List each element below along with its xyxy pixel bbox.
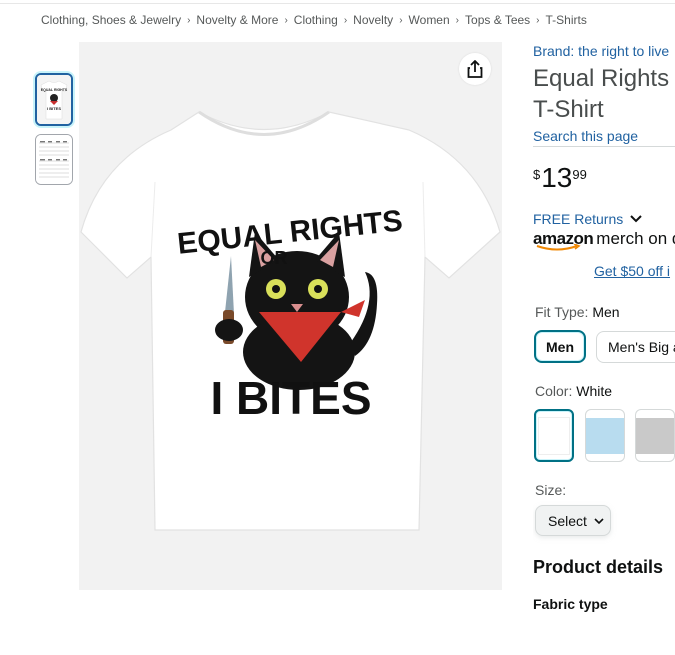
share-icon xyxy=(467,60,483,78)
main-product-image[interactable]: EQUAL RIGHTS OR I BITES xyxy=(79,42,502,590)
get-50-off-link[interactable]: Get $50 off i xyxy=(594,263,670,279)
search-this-page-link[interactable]: Search this page xyxy=(533,128,638,144)
product-title: Equal Rights T-Shirt xyxy=(533,63,669,125)
thumbnail-shirt-image: EQUAL RIGHTS I BITES xyxy=(37,75,71,124)
breadcrumb-clothing-shoes-jewelry[interactable]: Clothing, Shoes & Jewelry xyxy=(41,13,181,27)
swatch-fill xyxy=(636,417,674,454)
product-info-panel: Brand: the right to live Equal Rights T-… xyxy=(533,0,675,655)
breadcrumb-tops-tees[interactable]: Tops & Tees xyxy=(465,13,530,27)
product-title-line2: T-Shirt xyxy=(533,96,604,123)
share-button[interactable] xyxy=(459,53,491,85)
product-details-heading: Product details xyxy=(533,557,664,577)
price-whole: 13 xyxy=(541,162,573,193)
shirt-text-bottom: I BITES xyxy=(210,372,371,424)
fit-option-men[interactable]: Men xyxy=(534,330,586,363)
amazon-logo: amazon xyxy=(533,229,594,251)
t-shirt-image: EQUAL RIGHTS OR I BITES xyxy=(79,42,502,590)
swatch-fill xyxy=(586,417,624,454)
color-swatch-light-blue[interactable] xyxy=(585,409,625,462)
breadcrumb-separator: › xyxy=(187,14,191,26)
amazon-merch-badge: amazon merch on d xyxy=(533,229,675,251)
breadcrumb-separator: › xyxy=(284,14,288,26)
free-returns-label: FREE Returns xyxy=(533,211,624,227)
free-returns-link[interactable]: FREE Returns xyxy=(533,211,643,227)
product-title-line1: Equal Rights xyxy=(533,65,670,92)
breadcrumb-novelty[interactable]: Novelty xyxy=(353,13,393,27)
breadcrumb-novelty-more[interactable]: Novelty & More xyxy=(196,13,278,27)
size-label: Size: xyxy=(535,482,567,498)
fabric-type-label: Fabric type xyxy=(533,596,608,612)
merch-text: merch on d xyxy=(596,229,675,248)
size-select-dropdown[interactable]: Select xyxy=(535,505,611,536)
price: $ 13 99 xyxy=(533,162,587,194)
breadcrumb-separator: › xyxy=(399,14,403,26)
chevron-down-icon xyxy=(594,517,604,524)
breadcrumb-separator: › xyxy=(455,14,460,26)
breadcrumb-women[interactable]: Women xyxy=(409,13,450,27)
amazon-smile-icon xyxy=(536,244,581,251)
svg-text:I BITES: I BITES xyxy=(47,106,61,111)
color-swatch-gray[interactable] xyxy=(635,409,675,462)
color-value: White xyxy=(576,383,613,399)
swatch-fill xyxy=(538,416,570,455)
breadcrumb-clothing[interactable]: Clothing xyxy=(294,13,338,27)
price-symbol: $ xyxy=(533,167,541,182)
color-swatch-white[interactable] xyxy=(534,409,574,462)
fit-type-value: Men xyxy=(592,304,620,320)
brand-link[interactable]: Brand: the right to live xyxy=(533,43,669,59)
fit-type-label-text: Fit Type: xyxy=(535,304,589,320)
color-label: Color: White xyxy=(535,383,612,399)
thumbnail-front[interactable]: EQUAL RIGHTS I BITES xyxy=(35,73,73,126)
breadcrumb-separator: › xyxy=(343,14,348,26)
shirt-text-or: OR xyxy=(261,248,288,268)
chevron-down-icon xyxy=(630,215,642,223)
thumbnail-size-chart[interactable] xyxy=(35,134,73,185)
color-label-text: Color: xyxy=(535,383,573,399)
divider xyxy=(533,146,675,147)
size-chart-image xyxy=(36,135,72,184)
size-select-label: Select xyxy=(548,512,587,529)
price-fraction: 99 xyxy=(572,167,587,182)
fit-type-label: Fit Type: Men xyxy=(535,304,620,320)
svg-text:EQUAL RIGHTS: EQUAL RIGHTS xyxy=(41,88,68,92)
breadcrumb: Clothing, Shoes & Jewelry › Novelty & Mo… xyxy=(41,13,587,27)
fit-option-mens-big-tall[interactable]: Men's Big a xyxy=(596,331,675,363)
